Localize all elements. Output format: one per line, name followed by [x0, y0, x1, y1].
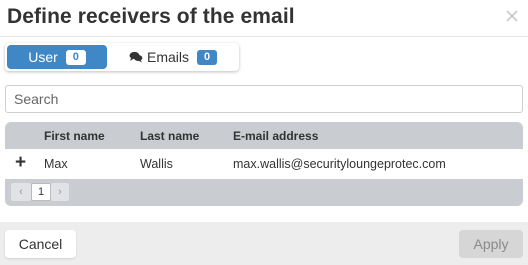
tab-user-label: User: [28, 49, 58, 65]
dialog-title: Define receivers of the email: [7, 5, 295, 28]
previous-page-button[interactable]: ‹: [11, 183, 31, 201]
dialog-header: Define receivers of the email: [0, 0, 528, 37]
pagination: ‹ 1 ›: [5, 179, 523, 206]
define-receivers-dialog: Define receivers of the email User 0 Ema…: [0, 0, 528, 265]
tab-user[interactable]: User 0: [7, 45, 107, 69]
search-input[interactable]: [5, 85, 523, 113]
comments-icon: [129, 51, 143, 63]
cell-email: max.wallis@securityloungeprotec.com: [233, 157, 446, 171]
close-icon-glyph: [506, 10, 518, 22]
user-table: First name Last name E-mail address + Ma…: [5, 122, 523, 206]
column-header-email[interactable]: E-mail address: [233, 129, 318, 143]
tab-emails-count-badge: 0: [197, 49, 217, 65]
apply-button[interactable]: Apply: [459, 230, 523, 258]
next-page-button[interactable]: ›: [51, 183, 69, 201]
table-header: First name Last name E-mail address: [5, 122, 523, 149]
tab-emails[interactable]: Emails 0: [109, 45, 237, 69]
column-header-last-name[interactable]: Last name: [140, 129, 199, 143]
column-header-first-name[interactable]: First name: [44, 129, 105, 143]
dialog-footer: Cancel Apply: [0, 222, 528, 265]
cancel-button[interactable]: Cancel: [5, 230, 76, 258]
receiver-tabs: User 0 Emails 0: [5, 43, 239, 71]
page-number-button[interactable]: 1: [31, 183, 51, 201]
add-user-icon[interactable]: +: [15, 152, 26, 174]
close-icon[interactable]: [504, 8, 520, 24]
table-row[interactable]: + Max Wallis max.wallis@securityloungepr…: [5, 149, 523, 179]
tab-emails-label: Emails: [146, 49, 189, 65]
cell-last-name: Wallis: [140, 157, 173, 171]
cell-first-name: Max: [44, 157, 68, 171]
tab-user-count-badge: 0: [65, 49, 86, 65]
